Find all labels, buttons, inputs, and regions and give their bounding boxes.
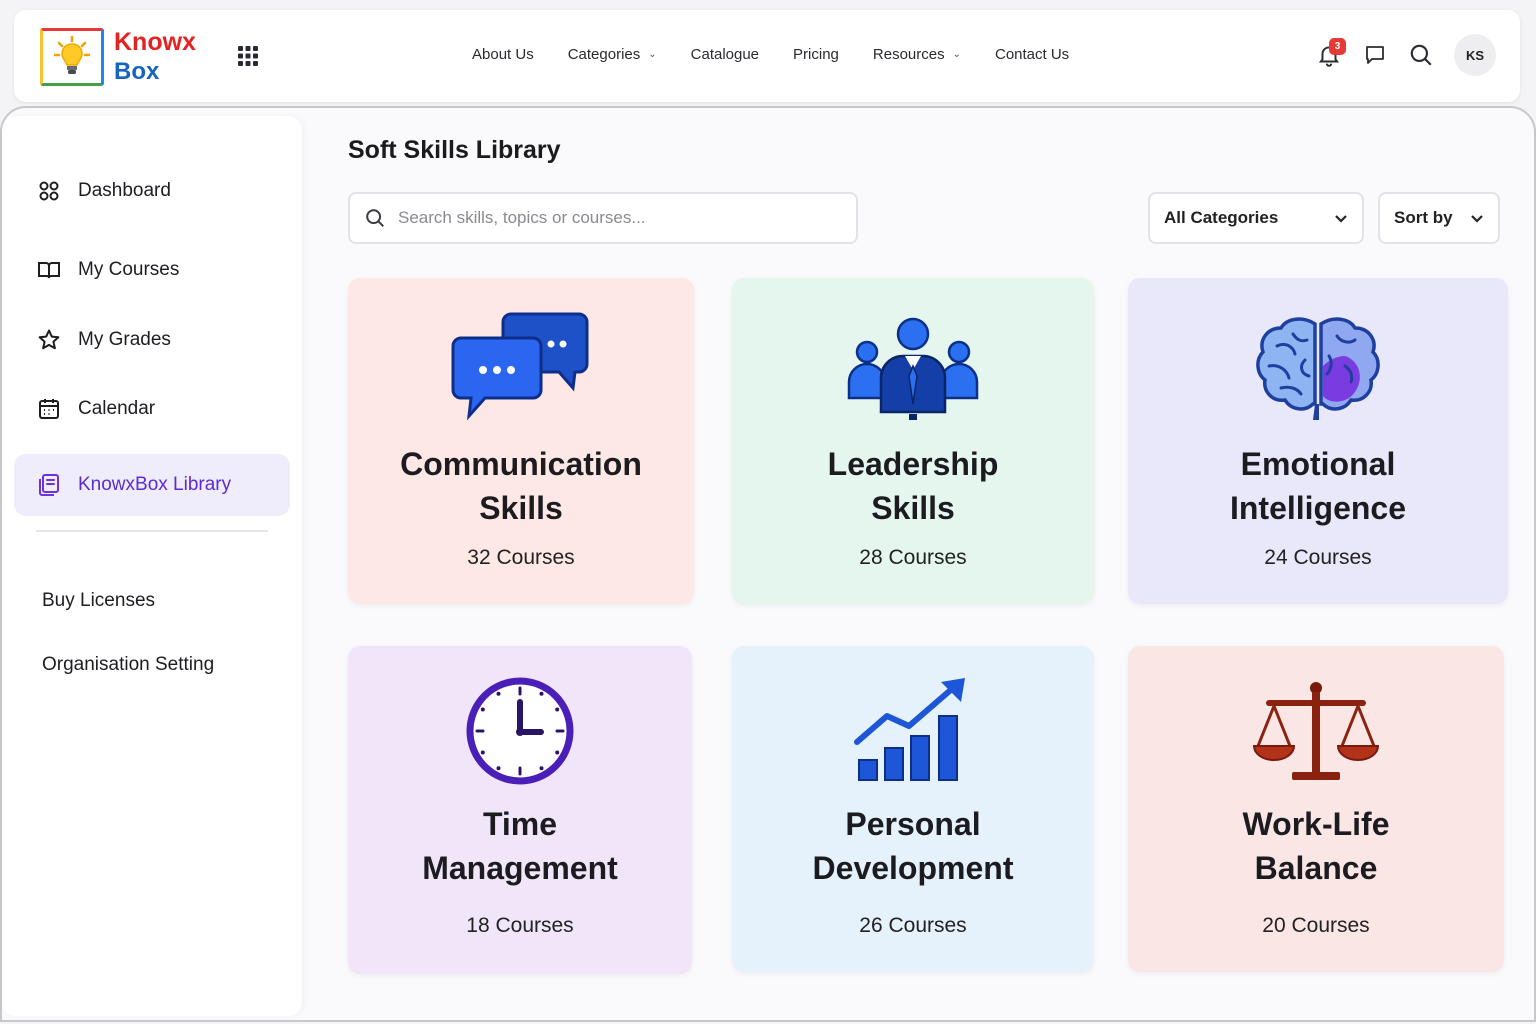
star-icon — [36, 327, 62, 353]
page-title: Soft Skills Library — [348, 136, 561, 164]
nav-label: Catalogue — [690, 46, 760, 63]
brain-icon — [1253, 316, 1383, 422]
sidebar-item-label: Dashboard — [78, 180, 171, 201]
search-input[interactable] — [398, 208, 838, 228]
sort-dropdown[interactable]: Sort by — [1378, 192, 1500, 244]
lightbulb-icon — [40, 28, 104, 86]
sidebar-item-my-courses[interactable]: My Courses — [14, 239, 290, 301]
sidebar-item-label: Calendar — [78, 398, 156, 419]
course-card-personal-development[interactable]: Personal Development 26 Courses — [732, 646, 1094, 972]
sidebar-item-label: My Grades — [78, 329, 171, 350]
card-title-line: Work-Life — [1242, 806, 1390, 842]
card-title-line: Skills — [479, 490, 563, 526]
balance-scale-icon — [1252, 680, 1380, 784]
chat-bubbles-icon — [451, 312, 591, 422]
brand-name-line2: Box — [114, 58, 160, 85]
search-icon — [366, 209, 384, 227]
nav-categories[interactable]: Categories ⌄ — [568, 46, 657, 63]
nav-catalogue[interactable]: Catalogue — [691, 46, 759, 63]
chevron-down-icon — [1471, 215, 1483, 223]
apps-grid-icon[interactable] — [236, 44, 260, 68]
user-avatar[interactable]: KS — [1454, 34, 1496, 76]
nav-label: Categories — [567, 46, 641, 63]
messages-button[interactable] — [1358, 38, 1392, 72]
app-frame: Dashboard My Courses My Grades Calendar … — [0, 106, 1536, 1022]
nav-contact-us[interactable]: Contact Us — [995, 46, 1069, 63]
chevron-down-icon: ⌄ — [952, 49, 961, 60]
sidebar-item-my-grades[interactable]: My Grades — [14, 309, 290, 371]
clock-icon — [465, 676, 575, 786]
card-course-count: 28 Courses — [859, 546, 967, 569]
card-title: Communication Skills — [348, 442, 694, 530]
card-title-line: Development — [812, 850, 1014, 886]
category-filter-value: All Categories — [1164, 208, 1279, 227]
card-course-count: 32 Courses — [467, 546, 575, 569]
card-title-line: Leadership — [827, 446, 999, 482]
course-card-time-management[interactable]: Time Management 18 Courses — [348, 646, 692, 974]
card-title: Leadership Skills — [732, 442, 1094, 530]
chevron-down-icon — [1335, 215, 1347, 223]
buy-licenses-link[interactable]: Buy Licenses — [42, 590, 155, 612]
card-course-count: 20 Courses — [1262, 914, 1370, 937]
nav-about-us[interactable]: About Us — [472, 46, 534, 63]
nav-pricing[interactable]: Pricing — [793, 46, 839, 63]
course-card-emotional-intelligence[interactable]: Emotional Intelligence 24 Courses — [1128, 278, 1508, 604]
card-title-line: Intelligence — [1229, 490, 1407, 526]
book-icon — [36, 257, 62, 283]
brand-name-line1: Knowx — [114, 28, 196, 56]
sidebar-item-calendar[interactable]: Calendar — [14, 378, 290, 440]
card-title-line: Personal — [845, 806, 981, 842]
category-filter-dropdown[interactable]: All Categories — [1148, 192, 1364, 244]
card-title-line: Time — [482, 806, 558, 842]
card-title-line: Balance — [1254, 850, 1378, 886]
sidebar-divider — [36, 530, 268, 532]
sidebar-item-dashboard[interactable]: Dashboard — [14, 160, 290, 222]
card-course-count: 24 Courses — [1264, 546, 1372, 569]
library-icon — [36, 472, 62, 498]
card-course-count: 26 Courses — [859, 914, 967, 937]
header-actions: 3 KS — [1300, 34, 1496, 76]
card-title-line: Communication — [400, 446, 642, 482]
search-box — [348, 192, 858, 244]
card-course-count: 18 Courses — [466, 914, 574, 937]
calendar-icon — [36, 396, 62, 422]
main-nav: About Us Categories ⌄ Catalogue Pricing R… — [472, 46, 1103, 63]
sort-label: Sort by — [1394, 208, 1453, 227]
team-leader-icon — [843, 316, 983, 422]
notification-badge: 3 — [1329, 38, 1346, 55]
nav-label: Contact Us — [994, 46, 1070, 63]
chevron-down-icon: ⌄ — [648, 49, 657, 60]
nav-resources[interactable]: Resources ⌄ — [873, 46, 961, 63]
course-card-leadership[interactable]: Leadership Skills 28 Courses — [732, 278, 1094, 604]
card-title-line: Skills — [871, 490, 955, 526]
card-title-line: Emotional — [1240, 446, 1396, 482]
growth-chart-icon — [853, 676, 973, 784]
card-title: Time Management — [348, 802, 692, 890]
card-title: Personal Development — [732, 802, 1094, 890]
course-card-work-life-balance[interactable]: Work-Life Balance 20 Courses — [1128, 646, 1504, 972]
nav-label: Pricing — [793, 46, 839, 63]
search-button[interactable] — [1404, 38, 1438, 72]
message-icon — [1366, 46, 1384, 64]
sidebar-item-label: KnowxBox Library — [78, 474, 232, 495]
nav-label: Resources — [872, 46, 945, 63]
card-title: Work-Life Balance — [1128, 802, 1504, 890]
nav-label: About Us — [472, 46, 534, 63]
organisation-setting-link[interactable]: Organisation Setting — [42, 654, 214, 676]
card-title: Emotional Intelligence — [1128, 442, 1508, 530]
sidebar: Dashboard My Courses My Grades Calendar … — [2, 116, 302, 1016]
card-title-line: Management — [422, 850, 618, 886]
notifications-button[interactable]: 3 — [1312, 38, 1346, 72]
brand-logo[interactable]: Knowx Box — [40, 26, 210, 88]
top-navigation-bar: Knowx Box About Us Categories ⌄ Catalogue… — [14, 10, 1520, 102]
sidebar-item-knowxbox-library[interactable]: KnowxBox Library — [14, 454, 290, 516]
sidebar-item-label: My Courses — [78, 259, 180, 280]
dashboard-icon — [36, 178, 62, 204]
course-card-communication[interactable]: Communication Skills 32 Courses — [348, 278, 694, 604]
search-icon — [1410, 44, 1432, 66]
